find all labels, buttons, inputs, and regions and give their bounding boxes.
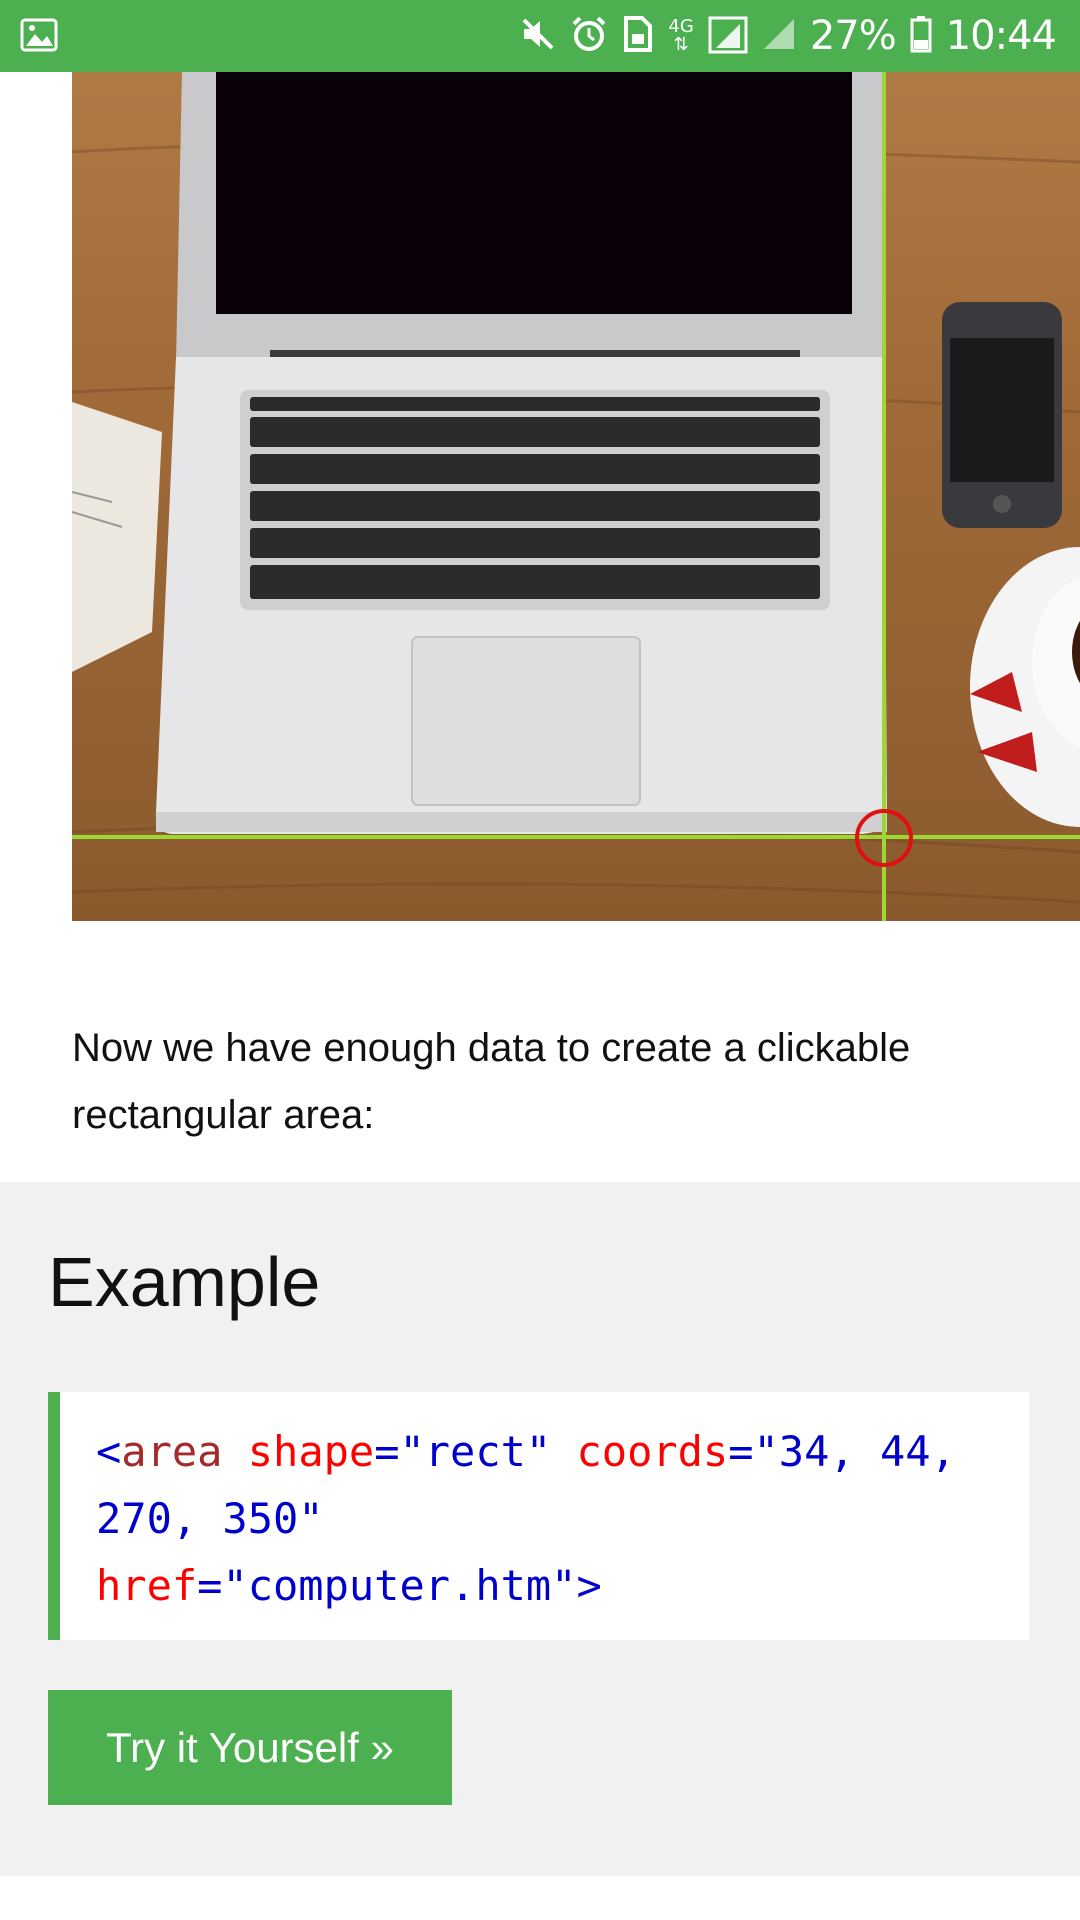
code-line-1: <area shape="rect" coords="34, 44, 270, … bbox=[96, 1418, 1029, 1552]
example-section: Example <area shape="rect" coords="34, 4… bbox=[0, 1182, 1080, 1876]
battery-icon bbox=[910, 15, 932, 58]
code-example: <area shape="rect" coords="34, 44, 270, … bbox=[48, 1392, 1029, 1640]
code-eq-2: = bbox=[728, 1427, 754, 1476]
alarm-icon bbox=[570, 15, 608, 58]
sim-icon bbox=[622, 15, 654, 57]
code-attr-coords: coords bbox=[576, 1427, 729, 1476]
code-attr-shape: shape bbox=[247, 1427, 375, 1476]
laptop-desk-image bbox=[72, 72, 1080, 921]
image-icon bbox=[20, 16, 58, 59]
network-type: 4G ⇅ bbox=[668, 16, 694, 55]
code-eq-3: = bbox=[197, 1561, 223, 1610]
code-close-bracket: > bbox=[576, 1561, 602, 1610]
mute-icon bbox=[520, 16, 556, 57]
code-attr-href: href bbox=[96, 1561, 198, 1610]
signal-icon-secondary bbox=[762, 17, 796, 56]
example-title: Example bbox=[48, 1243, 321, 1321]
notebook-graphic bbox=[72, 402, 162, 672]
try-it-yourself-button[interactable]: Try it Yourself » bbox=[48, 1690, 452, 1805]
body-paragraph: Now we have enough data to create a clic… bbox=[72, 1026, 911, 1137]
code-val-href: "computer.htm" bbox=[222, 1561, 577, 1610]
battery-percent: 27% bbox=[809, 13, 897, 59]
code-line-3: href="computer.htm"> bbox=[96, 1552, 1029, 1619]
code-eq-1: = bbox=[374, 1427, 400, 1476]
signal-icon bbox=[708, 14, 748, 59]
code-tag: area bbox=[121, 1427, 223, 1476]
code-val-shape: "rect" bbox=[399, 1427, 552, 1476]
status-bar: 4G ⇅ 27% 10:44 bbox=[0, 0, 1080, 72]
code-open-bracket: < bbox=[96, 1427, 122, 1476]
clock: 10:44 bbox=[945, 13, 1057, 59]
